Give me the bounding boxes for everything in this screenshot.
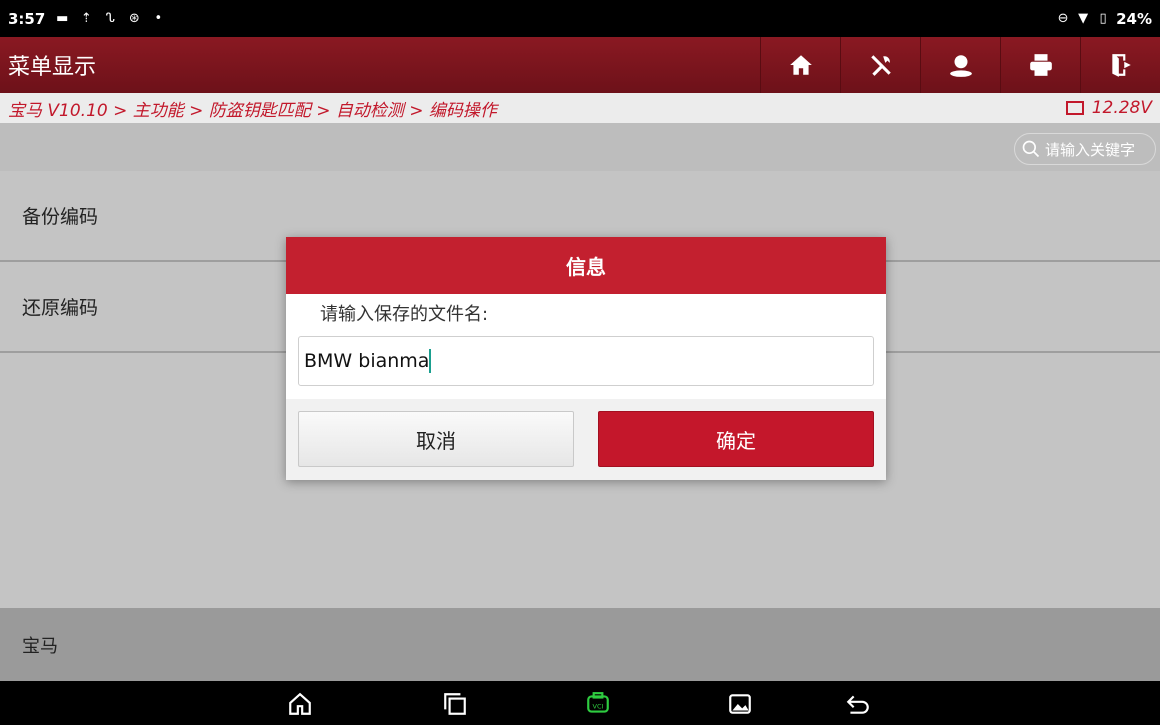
dot-icon: • (154, 10, 163, 26)
status-time: 3:57 (8, 9, 46, 28)
user-button[interactable] (920, 37, 1000, 93)
battery-icon (1065, 101, 1084, 115)
voltage-readout: 12.28V (1065, 98, 1152, 118)
titlebar: 菜单显示 (0, 37, 1160, 93)
recents-icon (444, 693, 466, 715)
search-placeholder: 请输入关键字 (1045, 140, 1136, 159)
upload-icon: ⇡ (80, 10, 92, 26)
filename-input[interactable]: BMW bianma (298, 336, 874, 386)
battery-percent: 24% (1116, 9, 1152, 28)
battery-status-icon: ▯ (1099, 10, 1107, 26)
cancel-button[interactable]: 取消 (298, 411, 574, 467)
vehicle-footer: 宝马 (0, 608, 1160, 681)
vci-icon: VCI (587, 692, 609, 713)
svg-text:VCI: VCI (593, 702, 604, 710)
exit-icon (1111, 54, 1131, 77)
vehicle-label: 宝马 (22, 635, 58, 657)
search-icon (1022, 140, 1040, 158)
breadcrumb: 宝马 V10.10 > 主功能 > 防盗钥匙匹配 > 自动检测 > 编码操作 (8, 100, 497, 121)
user-icon (949, 55, 972, 77)
nav-gallery-button[interactable] (725, 689, 755, 719)
search-row: 请输入关键字 (0, 123, 1160, 171)
nav-back-button[interactable] (843, 689, 873, 719)
usb-icon: ᔐ (105, 10, 115, 26)
save-file-dialog: 信息 请输入保存的文件名: BMW bianma 取消 确定 (286, 237, 886, 480)
home-outline-icon (289, 692, 311, 715)
menu-item-label: 备份编码 (22, 206, 99, 228)
do-not-disturb-icon: ⊖ (1057, 10, 1069, 26)
page-title: 菜单显示 (8, 55, 97, 80)
nav-home-button[interactable] (285, 689, 315, 719)
breadcrumb-bar: 宝马 V10.10 > 主功能 > 防盗钥匙匹配 > 自动检测 > 编码操作 1… (0, 93, 1160, 123)
home-button[interactable] (760, 37, 840, 93)
back-icon (846, 695, 869, 714)
search-input[interactable]: 请输入关键字 (1014, 133, 1156, 165)
nav-bar: VCI (0, 681, 1160, 725)
print-button[interactable] (1000, 37, 1080, 93)
ok-button[interactable]: 确定 (598, 411, 874, 467)
settings-notification-icon: ⊛ (128, 10, 140, 26)
nav-recents-button[interactable] (440, 689, 470, 719)
image-notification-icon: ▬ (56, 10, 69, 26)
nav-vci-button[interactable]: VCI (583, 689, 613, 719)
dialog-prompt: 请输入保存的文件名: (320, 304, 489, 325)
dialog-title: 信息 (286, 237, 886, 294)
printer-icon (1029, 54, 1052, 76)
text-caret (429, 349, 432, 373)
wifi-icon: ▼ (1078, 10, 1089, 26)
voltage-value: 12.28V (1091, 98, 1152, 118)
image-icon (729, 694, 751, 714)
home-icon (789, 55, 812, 75)
filename-value: BMW bianma (304, 350, 430, 372)
exit-button[interactable] (1080, 37, 1160, 93)
menu-item-label: 还原编码 (22, 297, 99, 319)
dialog-footer: 取消 确定 (286, 399, 886, 480)
status-bar: 3:57 ▬ ⇡ ᔐ ⊛ • ⊖ ▼ ▯ 24% (0, 0, 1160, 37)
tools-button[interactable] (840, 37, 920, 93)
tools-icon (870, 55, 891, 76)
